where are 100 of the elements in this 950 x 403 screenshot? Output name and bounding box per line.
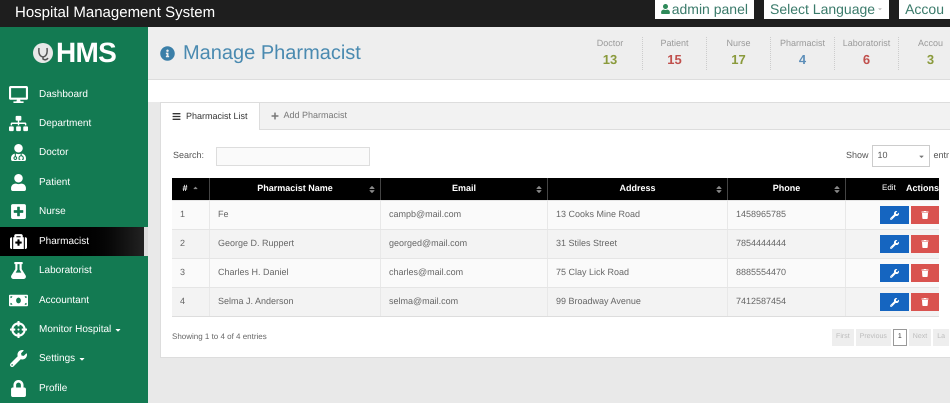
wrench-icon [9, 350, 28, 368]
sidebar-item[interactable]: Monitor Hospital [0, 314, 148, 344]
table-cell-text: Fe [218, 208, 229, 222]
search-field[interactable] [216, 146, 370, 166]
column-label: Pharmacist Name [257, 182, 333, 196]
sidebar-label: Doctor [39, 146, 68, 160]
caret-icon [877, 6, 884, 12]
table-cell-text: George D. Ruppert [218, 237, 294, 250]
sort-icon [368, 184, 376, 194]
language-button[interactable]: Select Language [764, 0, 890, 19]
table-cell-text: Charles H. Daniel [218, 266, 289, 280]
edit-button[interactable] [880, 206, 909, 224]
edit-button[interactable] [880, 293, 909, 311]
list-icon [172, 112, 181, 121]
stat-label: Pharmacist [780, 36, 825, 50]
sidebar-label: Profile [39, 382, 68, 396]
sidebar-item[interactable]: Patient [0, 168, 148, 198]
sort-icon [833, 184, 841, 194]
flask-icon [9, 262, 28, 280]
entries-select[interactable]: 10 [872, 145, 930, 167]
sidebar-label: Dashboard [39, 88, 88, 102]
entries-info: Showing 1 to 4 of 4 entries [172, 331, 267, 343]
table-cell-text: 13 Cooks Mine Road [556, 208, 640, 222]
sort-icon [715, 184, 723, 194]
delete-button[interactable] [911, 235, 939, 253]
column-label: Email [452, 182, 476, 196]
column-label: # [182, 182, 188, 196]
stat-value: 17 [731, 51, 746, 69]
lock-icon [9, 380, 28, 397]
doctor-icon [9, 144, 28, 162]
table-cell-text: 7854444444 [736, 237, 786, 250]
table-cell-text: selma@mail.com [389, 295, 458, 308]
user-icon [660, 4, 670, 14]
user-icon [9, 174, 28, 191]
sidebar-label: Patient [39, 176, 70, 190]
stat-value: 4 [798, 51, 806, 69]
table-cell-text: 31 Stiles Street [556, 237, 618, 250]
sidebar-item[interactable]: Pharmacist [0, 226, 148, 256]
wrench-icon [890, 240, 899, 248]
logo-text: HMS [56, 36, 116, 70]
sidebar-item[interactable]: Laboratorist [0, 256, 148, 286]
tab[interactable]: Add Pharmacist [260, 103, 358, 129]
stat-value: 13 [602, 51, 618, 69]
stat-label: Doctor [596, 36, 624, 50]
wrench-icon [890, 210, 899, 220]
sidebar-label: Settings [39, 352, 76, 366]
stat-label: Laboratorist [842, 36, 890, 50]
table-cell-text: georged@mail.com [389, 237, 468, 250]
table-cell-text: Selma J. Anderson [218, 295, 294, 308]
delete-button[interactable] [911, 264, 939, 282]
stat-label: Patient [660, 36, 689, 50]
table-cell-text: 3 [180, 266, 186, 280]
trash-icon [921, 240, 929, 248]
caret-icon [918, 152, 926, 160]
entries-label: entr [933, 149, 949, 162]
sidebar-item[interactable]: Department [0, 108, 148, 138]
sitemap-icon [9, 115, 28, 132]
table-cell-text: 4 [180, 295, 186, 308]
monitor-icon [9, 86, 28, 103]
medkit-icon [9, 232, 28, 250]
sort-icon [535, 184, 543, 194]
sidebar-item[interactable]: Accountant [0, 285, 148, 315]
table-cell-text: charles@mail.com [389, 266, 464, 280]
sidebar-item[interactable]: Profile [0, 374, 148, 403]
table-cell-text: 99 Broadway Avenue [556, 295, 641, 308]
table-cell-text: 8885554470 [736, 266, 786, 280]
page-title: Manage Pharmacist [183, 41, 361, 66]
sidebar-label: Laboratorist [39, 264, 92, 278]
sidebar-item[interactable]: Dashboard [0, 79, 148, 109]
edit-button[interactable] [880, 264, 909, 282]
tab[interactable]: Pharmacist List [161, 103, 260, 130]
account-button[interactable]: Accou [899, 0, 950, 19]
table-cell-text: 1458965785 [736, 208, 786, 222]
wrench-icon [890, 298, 899, 306]
delete-button[interactable] [911, 293, 939, 311]
stat-label: Nurse [726, 36, 750, 50]
plus-icon [270, 112, 279, 120]
stat-value: 15 [667, 51, 682, 69]
sidebar-item[interactable]: Settings [0, 344, 148, 374]
table-cell-text: 75 Clay Lick Road [556, 266, 630, 280]
stat-value: 6 [862, 51, 870, 69]
app-title: Hospital Management System [15, 3, 216, 24]
edit-button[interactable] [880, 235, 909, 253]
sidebar-label: Department [39, 117, 92, 132]
sidebar-item[interactable]: Nurse [0, 197, 148, 227]
sidebar-item[interactable]: Doctor [0, 138, 148, 168]
crosshair-icon [9, 321, 28, 338]
delete-button[interactable] [911, 206, 939, 224]
table-cell-text: 2 [180, 237, 186, 250]
trash-icon [921, 298, 929, 306]
sidebar-label: Monitor Hospital [39, 323, 112, 337]
admin-panel-button[interactable]: admin panel [654, 0, 754, 19]
trash-icon [921, 211, 929, 219]
column-label: Phone [772, 182, 800, 196]
table-cell-text: 7412587454 [736, 295, 786, 308]
sidebar-label: Nurse [39, 205, 66, 220]
trash-icon [921, 269, 929, 277]
column-label: Actions [906, 182, 939, 196]
sidebar-label: Accountant [39, 294, 90, 308]
stethoscope-logo-icon [32, 42, 54, 64]
